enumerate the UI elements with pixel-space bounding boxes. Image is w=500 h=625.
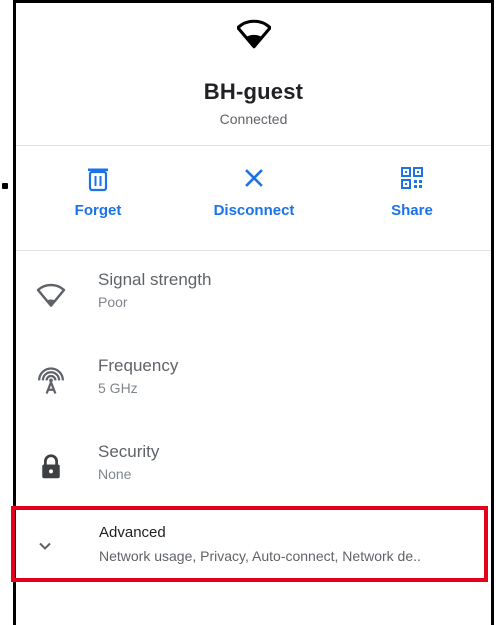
- share-label: Share: [391, 202, 433, 219]
- security-row: Security None: [16, 432, 491, 502]
- advanced-subtitle: Network usage, Privacy, Auto-connect, Ne…: [99, 548, 421, 564]
- disconnect-button[interactable]: Disconnect: [184, 166, 324, 220]
- qr-code-icon: [401, 167, 423, 189]
- lock-icon: [42, 454, 60, 479]
- wifi-signal-icon: [237, 19, 271, 49]
- disconnect-label: Disconnect: [213, 202, 295, 219]
- wifi-network-details-screen: BH-guest Connected Forget Disconnect Sha…: [0, 0, 500, 625]
- frame-right-edge: [491, 0, 494, 625]
- network-header: BH-guest Connected: [16, 3, 491, 143]
- signal-strength-value: Poor: [98, 294, 128, 310]
- forget-button[interactable]: Forget: [28, 166, 168, 220]
- signal-strength-title: Signal strength: [98, 270, 212, 289]
- frequency-row: Frequency 5 GHz: [16, 346, 491, 416]
- trash-icon: [88, 168, 108, 192]
- action-row: Forget Disconnect Share: [16, 150, 491, 250]
- divider: [16, 145, 491, 146]
- advanced-title: Advanced: [99, 524, 166, 541]
- antenna-icon: [38, 367, 64, 394]
- close-icon: [245, 169, 263, 187]
- security-title: Security: [98, 442, 160, 461]
- margin-dot: [2, 183, 8, 189]
- connection-status: Connected: [219, 111, 288, 127]
- frequency-title: Frequency: [98, 356, 179, 375]
- divider: [16, 250, 491, 251]
- advanced-row[interactable]: Advanced Network usage, Privacy, Auto-co…: [11, 506, 488, 582]
- security-value: None: [98, 466, 132, 482]
- wifi-signal-icon: [36, 283, 66, 307]
- chevron-down-icon: [39, 542, 51, 550]
- share-button[interactable]: Share: [342, 166, 482, 220]
- signal-strength-row: Signal strength Poor: [16, 260, 491, 330]
- forget-label: Forget: [74, 202, 122, 219]
- frequency-value: 5 GHz: [98, 380, 138, 396]
- network-name: BH-guest: [203, 79, 304, 104]
